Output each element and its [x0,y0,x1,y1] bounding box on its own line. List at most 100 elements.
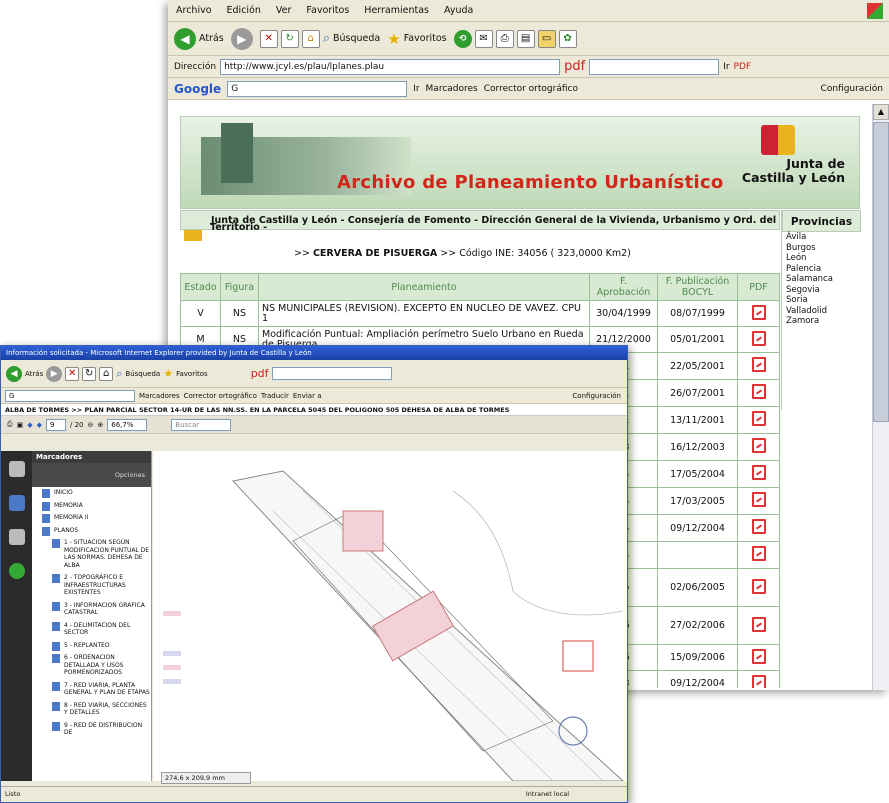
pdf-document-icon[interactable] [751,578,766,594]
bookmark-item[interactable]: 2 - TOPOGRÁFICO E INFRAESTRUCTURAS EXIST… [50,574,151,597]
bookmark-item[interactable]: 9 - RED DE DISTRIBUCION DE [50,721,151,737]
back-button[interactable]: ◀ Atrás [174,27,224,50]
zoom-out-icon[interactable]: ⊖ [88,421,94,429]
save-icon[interactable]: ▣ [17,421,24,429]
pdf-document-icon[interactable] [751,438,766,453]
search-button[interactable]: ⌕ Búsqueda [323,31,381,46]
layers-icon[interactable] [8,563,25,579]
pdf-document-icon[interactable] [751,304,766,320]
favorites-button[interactable]: ★ Favoritos [387,30,446,48]
bookmark-item[interactable]: 7 - RED VIARIA, PLANTA GENERAL Y PLAN DE… [50,681,151,697]
popup-send-button[interactable]: Enviar a [293,392,322,400]
popup-stop-icon[interactable]: ✕ [65,366,80,381]
pdf-document-icon[interactable] [751,492,766,507]
bookmark-item[interactable]: 1 - SITUACION SEGÚN MODIFICACION PUNTUAL… [50,539,151,569]
popup-search-label[interactable]: Búsqueda [125,370,160,378]
mail-icon[interactable]: ✉ [474,29,493,48]
url-field[interactable]: http://www.jcyl.es/plau/lplanes.plau [220,58,561,75]
print-icon[interactable]: ⎙ [495,29,514,48]
pdf-document-icon[interactable] [751,546,766,561]
province-link[interactable]: Soria [782,295,861,306]
signatures-icon[interactable] [8,529,25,545]
go-button[interactable]: Ir [723,62,729,72]
stop-icon[interactable]: ✕ [259,29,278,48]
menu-herramientas[interactable]: Herramientas [364,5,429,16]
popup-back-icon[interactable]: ◀ [6,365,22,382]
pdf-button[interactable]: PDF [734,62,752,72]
bookmark-item[interactable]: INICIO [40,489,151,498]
province-link[interactable]: Zamora [782,316,861,327]
print-icon[interactable]: ⎙ [7,420,13,429]
bookmark-item[interactable]: 8 - RED VIARIA, SECCIONES Y DETALLES [50,701,151,717]
menu-ver[interactable]: Ver [276,5,292,16]
messenger-icon[interactable]: ✿ [558,29,577,48]
bookmarks-button[interactable]: Marcadores [426,84,478,94]
prev-page-icon[interactable]: ◆ [27,421,32,429]
pdf-document-icon[interactable] [751,330,766,346]
spellcheck-button[interactable]: Corrector ortográfico [484,84,578,94]
bookmark-item[interactable]: MEMORIA II [40,514,151,523]
bookmark-item[interactable]: PLANOS [40,526,151,535]
pdf-document-icon[interactable] [751,674,766,688]
vertical-scrollbar[interactable]: ▲ [872,104,889,690]
provinces-title: Provincias [782,210,861,232]
menu-ayuda[interactable]: Ayuda [444,5,473,16]
scroll-up-icon[interactable]: ▲ [873,104,889,120]
scroll-thumb[interactable] [873,122,889,422]
bookmark-item[interactable]: 5 - REPLANTEO [50,641,151,650]
popup-back-label[interactable]: Atrás [25,370,43,378]
popup-home-icon[interactable]: ⌂ [99,366,114,381]
bookmark-item[interactable]: 3 - INFORMACION GRAFICA CATASTRAL [50,601,151,617]
popup-bookmarks-button[interactable]: Marcadores [139,392,180,400]
forward-button[interactable]: ▶ [230,27,253,50]
google-go-button[interactable]: Ir [413,84,419,94]
pdf-search-field[interactable]: Buscar [171,418,232,431]
bookmark-item[interactable]: 4 - DELIMITACION DEL SECTOR [50,621,151,637]
pdf-document-icon[interactable] [751,411,766,426]
bookmarks-icon[interactable] [8,495,25,511]
pdf-document-icon[interactable] [751,616,766,632]
pages-icon[interactable] [8,461,25,477]
popup-translate-button[interactable]: Traducir [261,392,289,400]
pdf-document-icon[interactable] [751,648,766,664]
google-settings-button[interactable]: Configuración [821,84,883,94]
pdf-document-icon[interactable] [751,465,766,480]
refresh-icon[interactable]: ↻ [280,29,299,48]
province-link[interactable]: León [782,253,861,264]
bookmark-item[interactable]: MEMORIA [40,501,151,510]
popup-settings-button[interactable]: Configuración [572,392,621,400]
page-number-field[interactable]: 9 [46,418,67,431]
zoom-field[interactable]: 66,7% [107,418,148,431]
province-link[interactable]: Palencia [782,264,861,275]
popup-spell-button[interactable]: Corrector ortográfico [184,392,257,400]
menu-edicion[interactable]: Edición [227,5,261,16]
history-icon[interactable]: ⟲ [453,29,472,48]
province-link[interactable]: Ávila [782,232,861,243]
pdf-document-icon[interactable] [751,357,766,372]
province-link[interactable]: Burgos [782,243,861,254]
pdf-search-field[interactable] [589,58,720,75]
next-page-icon[interactable]: ◆ [37,421,42,429]
bookmark-options[interactable]: Opciones [32,463,151,487]
google-search-field[interactable]: G [227,80,408,97]
pdf-document-icon[interactable] [751,384,766,399]
popup-refresh-icon[interactable]: ↻ [82,366,97,381]
popup-google-field[interactable]: G [5,389,135,402]
address-bar: Dirección http://www.jcyl.es/plau/lplane… [168,56,889,78]
pdf-document-icon[interactable] [751,519,766,534]
province-link[interactable]: Valladolid [782,306,861,317]
folder-icon[interactable]: ▭ [537,29,556,48]
zoom-in-icon[interactable]: ⊕ [97,421,103,429]
province-link[interactable]: Salamanca [782,274,861,285]
edit-icon[interactable]: ▤ [516,29,535,48]
popup-search-icon[interactable]: ⌕ [116,367,122,381]
menu-favoritos[interactable]: Favoritos [306,5,349,16]
province-link[interactable]: Segovia [782,285,861,296]
popup-star-icon[interactable]: ★ [163,367,173,380]
menu-archivo[interactable]: Archivo [176,5,212,16]
bookmark-item[interactable]: 6 - ORDENACION DETALLADA Y USOS PORMENOR… [50,654,151,677]
popup-favorites-label[interactable]: Favoritos [176,370,208,378]
home-icon[interactable]: ⌂ [301,29,320,48]
popup-pdf-field[interactable] [271,367,392,380]
popup-forward-icon[interactable]: ▶ [46,365,63,382]
